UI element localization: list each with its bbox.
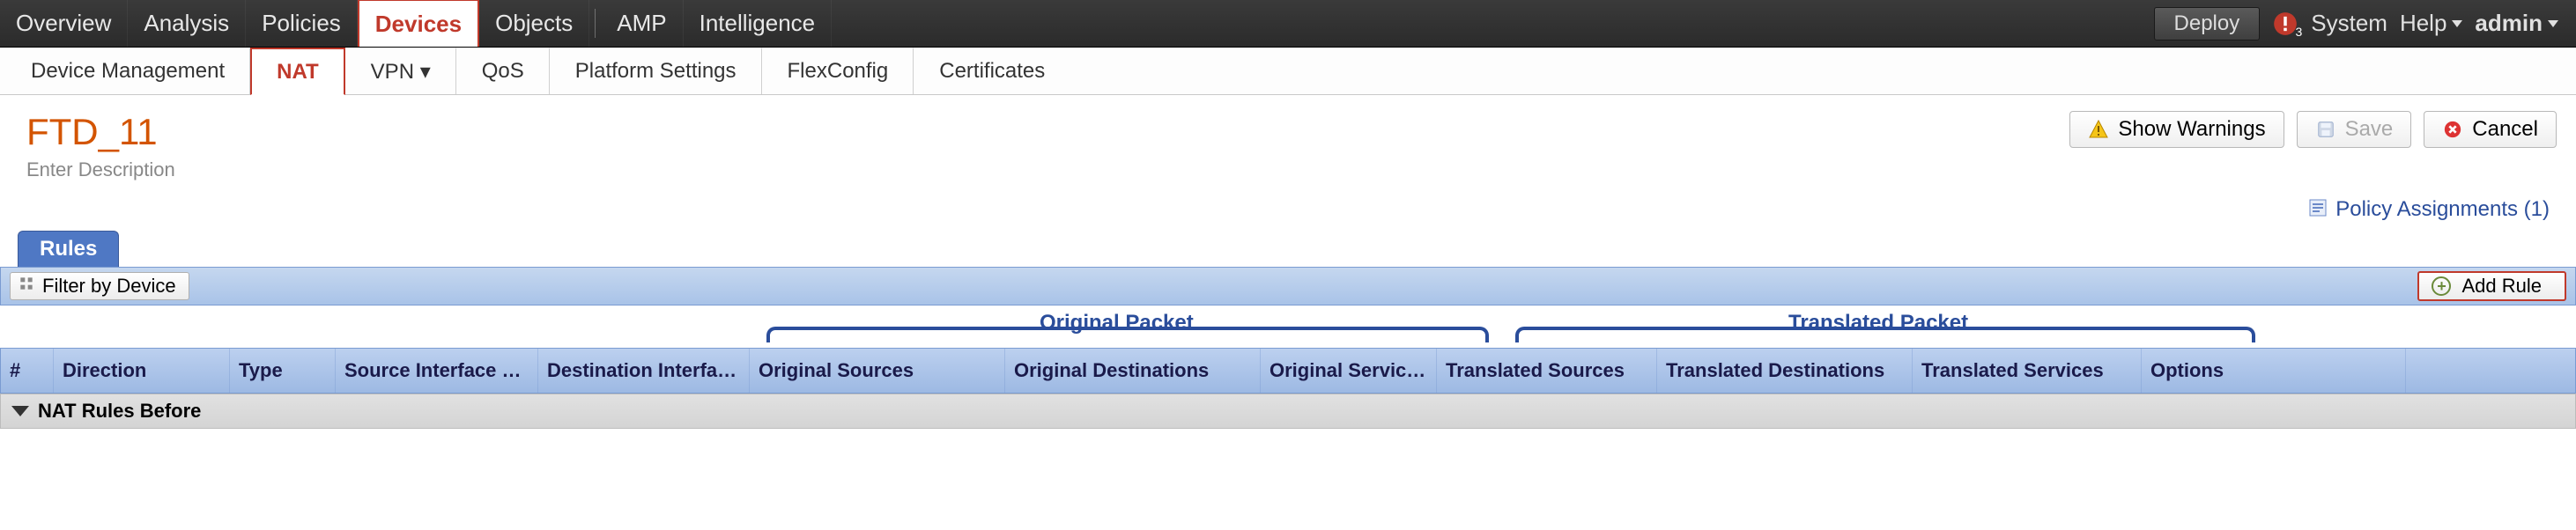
translated-packet-label: Translated Packet [1788, 311, 1968, 335]
filter-by-device-button[interactable]: Filter by Device [10, 272, 189, 300]
alert-count: 3 [2295, 25, 2302, 39]
original-packet-label: Original Packet [1040, 311, 1194, 335]
subnav-nat[interactable]: NAT [250, 48, 345, 95]
menu-overview[interactable]: Overview [0, 0, 128, 47]
save-label: Save [2345, 117, 2394, 142]
system-link[interactable]: System [2311, 10, 2387, 37]
caret-down-icon [2548, 20, 2558, 27]
menu-divider [595, 9, 596, 38]
policy-title: FTD_11 [26, 111, 175, 153]
cancel-icon [2442, 119, 2463, 140]
save-icon [2315, 119, 2336, 140]
sub-nav: Device Management NAT VPN ▾ QoS Platform… [0, 48, 2576, 95]
help-link[interactable]: Help [2400, 10, 2462, 37]
col-translated-sources[interactable]: Translated Sources [1437, 349, 1657, 393]
section-nat-rules-before[interactable]: NAT Rules Before [0, 394, 2576, 429]
save-button: Save [2297, 111, 2412, 148]
filter-icon [18, 275, 35, 298]
add-rule-button[interactable]: + Add Rule [2417, 271, 2566, 301]
warning-icon [2088, 119, 2109, 140]
col-direction[interactable]: Direction [54, 349, 230, 393]
assignments-icon [2307, 197, 2328, 218]
add-icon: + [2432, 276, 2451, 296]
col-destination-interface[interactable]: Destination Interface Ob... [538, 349, 750, 393]
subnav-certificates[interactable]: Certificates [914, 48, 1070, 94]
cancel-button[interactable]: Cancel [2424, 111, 2557, 148]
deploy-button[interactable]: Deploy [2154, 7, 2261, 40]
user-menu[interactable]: admin [2475, 10, 2558, 37]
col-translated-services[interactable]: Translated Services [1913, 349, 2142, 393]
main-menu-bar: Overview Analysis Policies Devices Objec… [0, 0, 2576, 48]
policy-actions: Show Warnings Save Cancel [2069, 111, 2557, 148]
tab-rules[interactable]: Rules [18, 231, 119, 267]
policy-assignments-row: Policy Assignments (1) [0, 188, 2576, 231]
subnav-flexconfig[interactable]: FlexConfig [762, 48, 914, 94]
menu-analysis[interactable]: Analysis [128, 0, 246, 47]
menu-amp[interactable]: AMP [601, 0, 683, 47]
filter-bar: Filter by Device + Add Rule [0, 267, 2576, 305]
show-warnings-label: Show Warnings [2118, 117, 2265, 142]
menu-objects[interactable]: Objects [479, 0, 589, 47]
filter-label: Filter by Device [42, 275, 176, 298]
col-original-sources[interactable]: Original Sources [750, 349, 1005, 393]
cancel-label: Cancel [2472, 117, 2538, 142]
col-original-destinations[interactable]: Original Destinations [1005, 349, 1261, 393]
table-header-row: # Direction Type Source Interface Ob... … [0, 348, 2576, 394]
col-translated-destinations[interactable]: Translated Destinations [1657, 349, 1913, 393]
column-groups: Original Packet Translated Packet [0, 305, 2576, 348]
alert-icon[interactable]: 3 [2272, 11, 2298, 37]
subnav-device-management[interactable]: Device Management [5, 48, 250, 94]
main-menu-right: Deploy 3 System Help admin [2154, 0, 2576, 47]
policy-description[interactable]: Enter Description [26, 158, 175, 181]
caret-down-icon [2452, 20, 2462, 27]
col-type[interactable]: Type [230, 349, 336, 393]
policy-assignments-link[interactable]: Policy Assignments (1) [2335, 197, 2550, 222]
subnav-platform-settings[interactable]: Platform Settings [550, 48, 762, 94]
show-warnings-button[interactable]: Show Warnings [2069, 111, 2284, 148]
policy-header: FTD_11 Enter Description Show Warnings S… [0, 95, 2576, 188]
section-label: NAT Rules Before [38, 400, 201, 423]
main-menu-left: Overview Analysis Policies Devices Objec… [0, 0, 832, 47]
rules-tab-row: Rules [0, 231, 2576, 267]
subnav-qos[interactable]: QoS [456, 48, 550, 94]
col-num[interactable]: # [1, 349, 54, 393]
policy-title-block: FTD_11 Enter Description [26, 111, 175, 181]
collapse-icon [11, 406, 29, 416]
col-options[interactable]: Options [2142, 349, 2406, 393]
menu-devices[interactable]: Devices [358, 0, 479, 47]
col-original-services[interactable]: Original Services [1261, 349, 1437, 393]
subnav-vpn[interactable]: VPN ▾ [345, 48, 456, 94]
menu-intelligence[interactable]: Intelligence [684, 0, 833, 47]
add-rule-label: Add Rule [2461, 275, 2542, 298]
menu-policies[interactable]: Policies [246, 0, 358, 47]
col-source-interface[interactable]: Source Interface Ob... [336, 349, 538, 393]
